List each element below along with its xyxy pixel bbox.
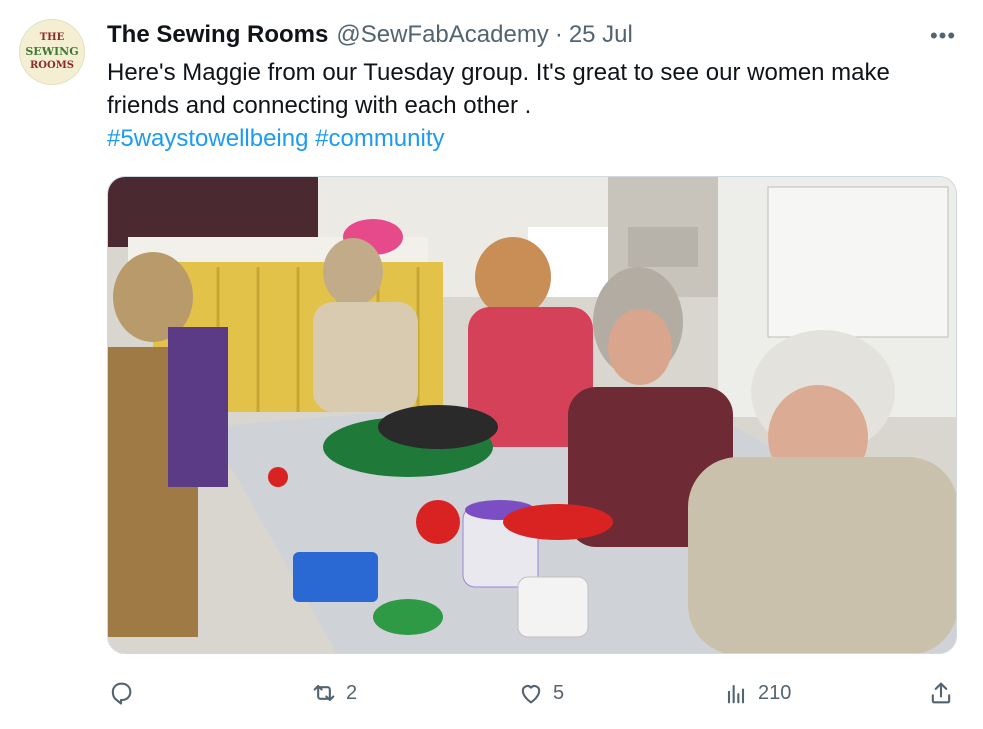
tweet-date[interactable]: 25 Jul: [569, 21, 633, 49]
tweet-text-line: Here's Maggie from our Tuesday group. It…: [107, 59, 890, 86]
retweet-icon: [313, 684, 335, 702]
share-icon: [931, 682, 951, 704]
more-options-button[interactable]: •••: [926, 23, 960, 48]
heart-icon: [521, 685, 541, 704]
reply-icon: [111, 682, 132, 705]
like-button[interactable]: 5: [517, 675, 564, 711]
more-icon: •••: [929, 23, 957, 48]
avatar-logo-text: THE: [39, 32, 65, 43]
tweet-text: Here's Maggie from our Tuesday group. It…: [107, 56, 957, 155]
avatar-logo-text: SEWING: [25, 45, 79, 58]
tweet-photo[interactable]: [107, 176, 957, 654]
avatar-logo-text: ROOMS: [29, 60, 75, 71]
like-count: 5: [553, 681, 565, 704]
separator: ·: [554, 21, 563, 48]
retweet-count: 2: [346, 681, 358, 704]
avatar[interactable]: THE SEWING ROOMS: [19, 19, 85, 85]
reply-button[interactable]: [107, 675, 135, 711]
tweet-text-line: friends and connecting with each other .: [107, 92, 532, 119]
photo-sewing-group: [108, 177, 956, 653]
display-name[interactable]: The Sewing Rooms: [107, 21, 328, 49]
analytics-icon: [727, 684, 745, 704]
tweet[interactable]: THE SEWING ROOMS The Sewing Rooms @SewFa…: [0, 0, 983, 729]
views-button[interactable]: 210: [722, 675, 791, 711]
hashtags-link[interactable]: #5waystowellbeing #community: [107, 122, 957, 155]
tweet-actions: 2 5 210: [107, 675, 957, 711]
retweet-button[interactable]: 2: [310, 675, 357, 711]
share-button[interactable]: [927, 675, 955, 711]
user-handle[interactable]: @SewFabAcademy: [336, 21, 548, 49]
tweet-header: The Sewing Rooms @SewFabAcademy · 25 Jul: [107, 20, 633, 50]
views-count: 210: [758, 681, 792, 704]
